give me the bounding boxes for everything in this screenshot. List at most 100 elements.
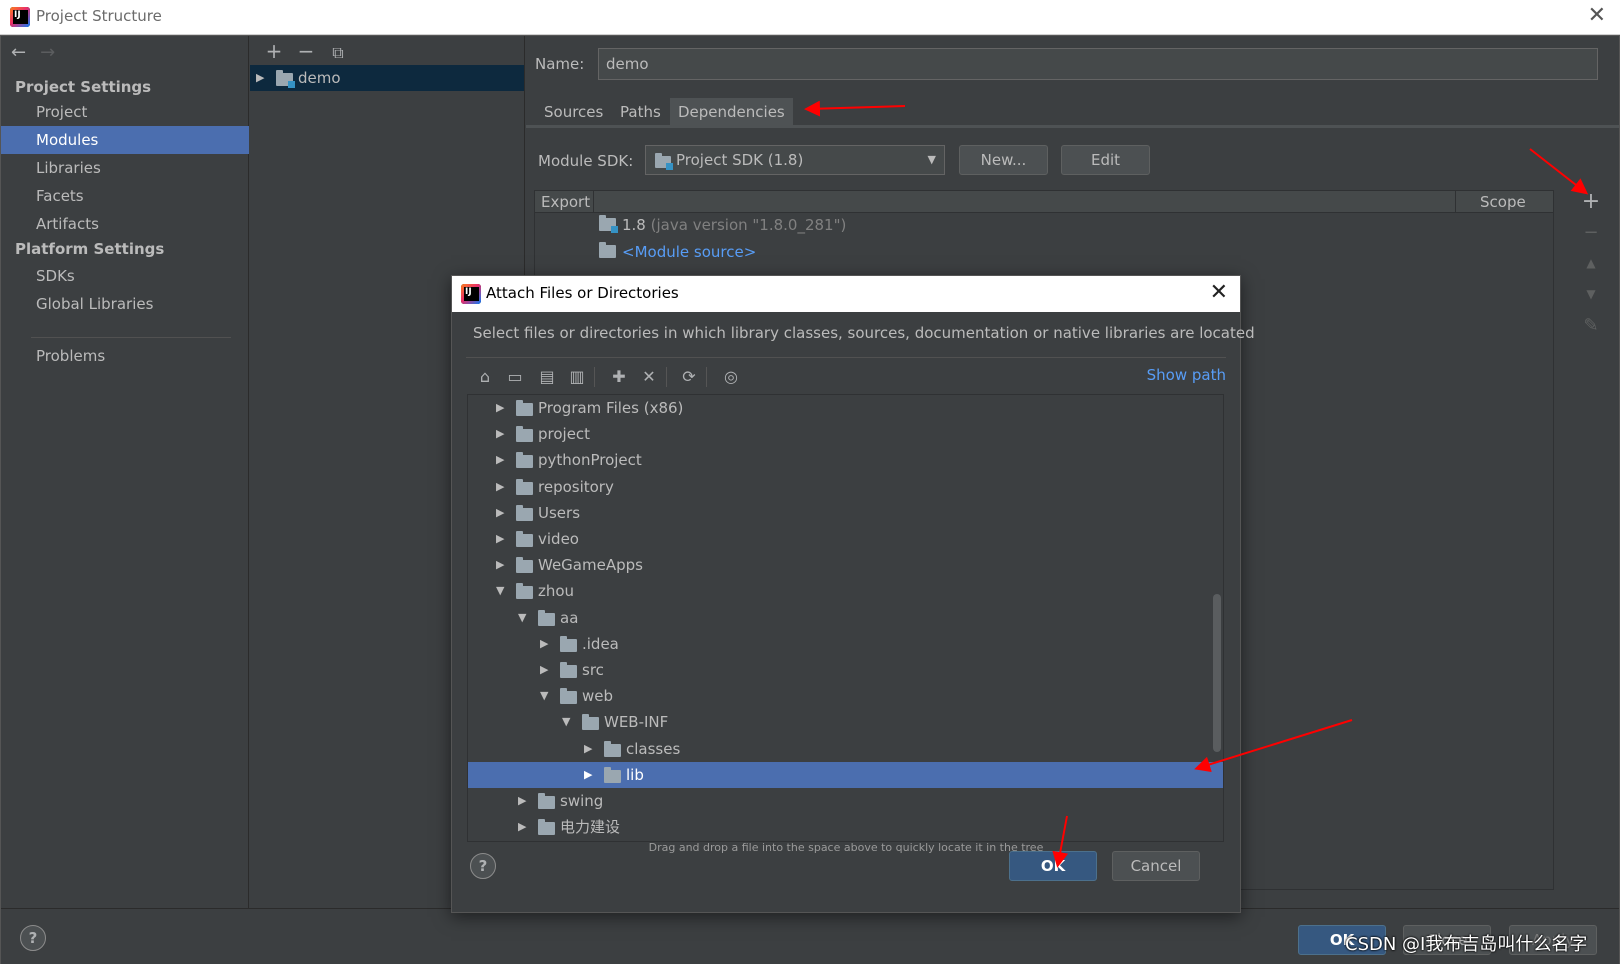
dependency-row-jdk[interactable]: 1.8 (java version "1.8.0_281") [599,212,846,238]
expand-arrow-icon[interactable]: ▶ [496,447,504,473]
expand-arrow-icon[interactable]: ▶ [496,552,504,578]
dialog-cancel-button[interactable]: Cancel [1112,851,1200,881]
chevron-down-icon: ▼ [927,153,936,166]
sidebar-item-artifacts[interactable]: Artifacts [1,210,249,238]
expand-arrow-icon[interactable]: ▶ [540,657,548,683]
dependencies-side-toolbar: + − ▲ ▼ ✎ [1576,186,1606,341]
tree-row[interactable]: ▶ .idea [468,631,1223,657]
show-path-link[interactable]: Show path [1147,366,1226,384]
tree-item-label: WEB-INF [604,713,669,732]
tree-row[interactable]: ▶ video [468,526,1223,552]
move-down-icon[interactable]: ▼ [1576,279,1606,310]
collapse-arrow-icon[interactable]: ▼ [540,683,548,709]
remove-dependency-icon[interactable]: − [1576,217,1606,248]
sidebar-item-facets[interactable]: Facets [1,182,249,210]
add-dependency-icon[interactable]: + [1576,186,1606,217]
dialog-titlebar: Attach Files or Directories ✕ [452,276,1240,312]
expand-arrow-icon[interactable]: ▶ [256,65,264,91]
dialog-ok-button[interactable]: OK [1009,851,1097,881]
expand-arrow-icon[interactable]: ▶ [518,814,526,840]
edit-sdk-button[interactable]: Edit [1061,145,1150,175]
tree-row[interactable]: ▶ Users [468,500,1223,526]
sidebar-item-libraries[interactable]: Libraries [1,154,249,182]
tree-item-label: lib [626,765,644,784]
delete-icon[interactable]: ✕ [638,367,660,386]
tab-sources[interactable]: Sources [536,98,611,126]
folder-icon [516,426,533,443]
module-name-input[interactable] [598,48,1598,80]
move-up-icon[interactable]: ▲ [1576,248,1606,279]
copy-module-icon[interactable]: ⧉ [322,43,354,63]
expand-arrow-icon[interactable]: ▶ [496,474,504,500]
tree-row[interactable]: ▶ lib [468,761,1223,788]
tree-row[interactable]: ▶ src [468,657,1223,683]
sidebar-divider [31,337,231,338]
back-arrow-icon[interactable]: ← [11,42,26,63]
window-close-button[interactable]: ✕ [1588,2,1606,30]
project-folder-icon[interactable]: ▤ [536,367,558,386]
tree-row[interactable]: ▶ WeGameApps [468,552,1223,578]
toolbar-divider [666,367,667,387]
tab-paths[interactable]: Paths [612,98,669,126]
expand-arrow-icon[interactable]: ▶ [540,631,548,657]
sdk-folder-icon [655,153,673,170]
tree-row[interactable]: ▶ Program Files (x86) [468,395,1223,421]
tree-row[interactable]: ▶ repository [468,474,1223,500]
expand-arrow-icon[interactable]: ▶ [496,421,504,447]
expand-arrow-icon[interactable]: ▶ [584,762,592,788]
desktop-icon[interactable]: ▭ [504,367,526,386]
expand-arrow-icon[interactable]: ▶ [518,788,526,814]
remove-module-icon[interactable]: − [290,39,322,63]
dependency-row-module-source[interactable]: <Module source> [599,239,756,265]
tab-dependencies[interactable]: Dependencies [670,98,793,126]
new-sdk-button[interactable]: New... [959,145,1048,175]
dialog-close-button[interactable]: ✕ [1210,280,1228,305]
dialog-description: Select files or directories in which lib… [473,324,1255,342]
tree-scrollbar[interactable] [1213,594,1221,752]
sidebar-item-project[interactable]: Project [1,98,249,126]
tree-item-label: zhou [538,582,575,601]
toolbar-divider [706,367,707,387]
expand-arrow-icon[interactable]: ▶ [496,395,504,421]
tree-row[interactable]: ▼ aa [468,605,1223,631]
module-name: demo [298,69,341,87]
help-icon[interactable]: ? [20,925,46,951]
module-folder-icon[interactable]: ▥ [566,367,588,386]
nav-arrows: ← → [11,42,55,63]
dialog-help-icon[interactable]: ? [470,853,496,879]
intellij-logo-icon [461,284,481,304]
expand-arrow-icon[interactable]: ▶ [584,736,592,762]
tree-row[interactable]: ▼ web [468,683,1223,709]
sidebar-item-problems[interactable]: Problems [1,342,249,370]
sdk-value: Project SDK (1.8) [676,151,804,169]
tree-row[interactable]: ▶ pythonProject [468,447,1223,473]
collapse-arrow-icon[interactable]: ▼ [518,605,526,631]
column-export[interactable]: Export [541,193,590,211]
new-folder-icon[interactable]: ✚ [608,367,630,386]
refresh-icon[interactable]: ⟳ [678,367,700,386]
sidebar-item-modules[interactable]: Modules [1,126,249,154]
add-module-icon[interactable]: + [258,39,290,63]
collapse-arrow-icon[interactable]: ▼ [496,578,504,604]
tree-row[interactable]: ▶ project [468,421,1223,447]
tree-row[interactable]: ▼ WEB-INF [468,709,1223,735]
edit-dependency-icon[interactable]: ✎ [1576,310,1606,341]
module-row-demo[interactable]: ▶ demo [250,65,524,91]
column-scope[interactable]: Scope [1480,193,1526,211]
sidebar-item-sdks[interactable]: SDKs [1,262,249,290]
tree-row[interactable]: ▶ swing [468,788,1223,814]
tree-row[interactable]: ▼ zhou [468,578,1223,604]
tree-row[interactable]: ▶ classes [468,736,1223,762]
expand-arrow-icon[interactable]: ▶ [496,500,504,526]
expand-arrow-icon[interactable]: ▶ [496,526,504,552]
column-divider [593,191,594,213]
collapse-arrow-icon[interactable]: ▼ [562,709,570,735]
settings-sidebar: ← → Project Settings Project Modules Libr… [1,36,249,908]
forward-arrow-icon[interactable]: → [40,42,55,63]
show-hidden-icon[interactable]: ◎ [720,367,742,386]
tree-row[interactable]: ▶ 电力建设 [468,814,1223,840]
sidebar-item-global-libraries[interactable]: Global Libraries [1,290,249,318]
module-sdk-dropdown[interactable]: Project SDK (1.8) ▼ [645,145,945,175]
home-icon[interactable]: ⌂ [474,367,496,386]
dependency-extra: (java version "1.8.0_281") [650,216,847,234]
